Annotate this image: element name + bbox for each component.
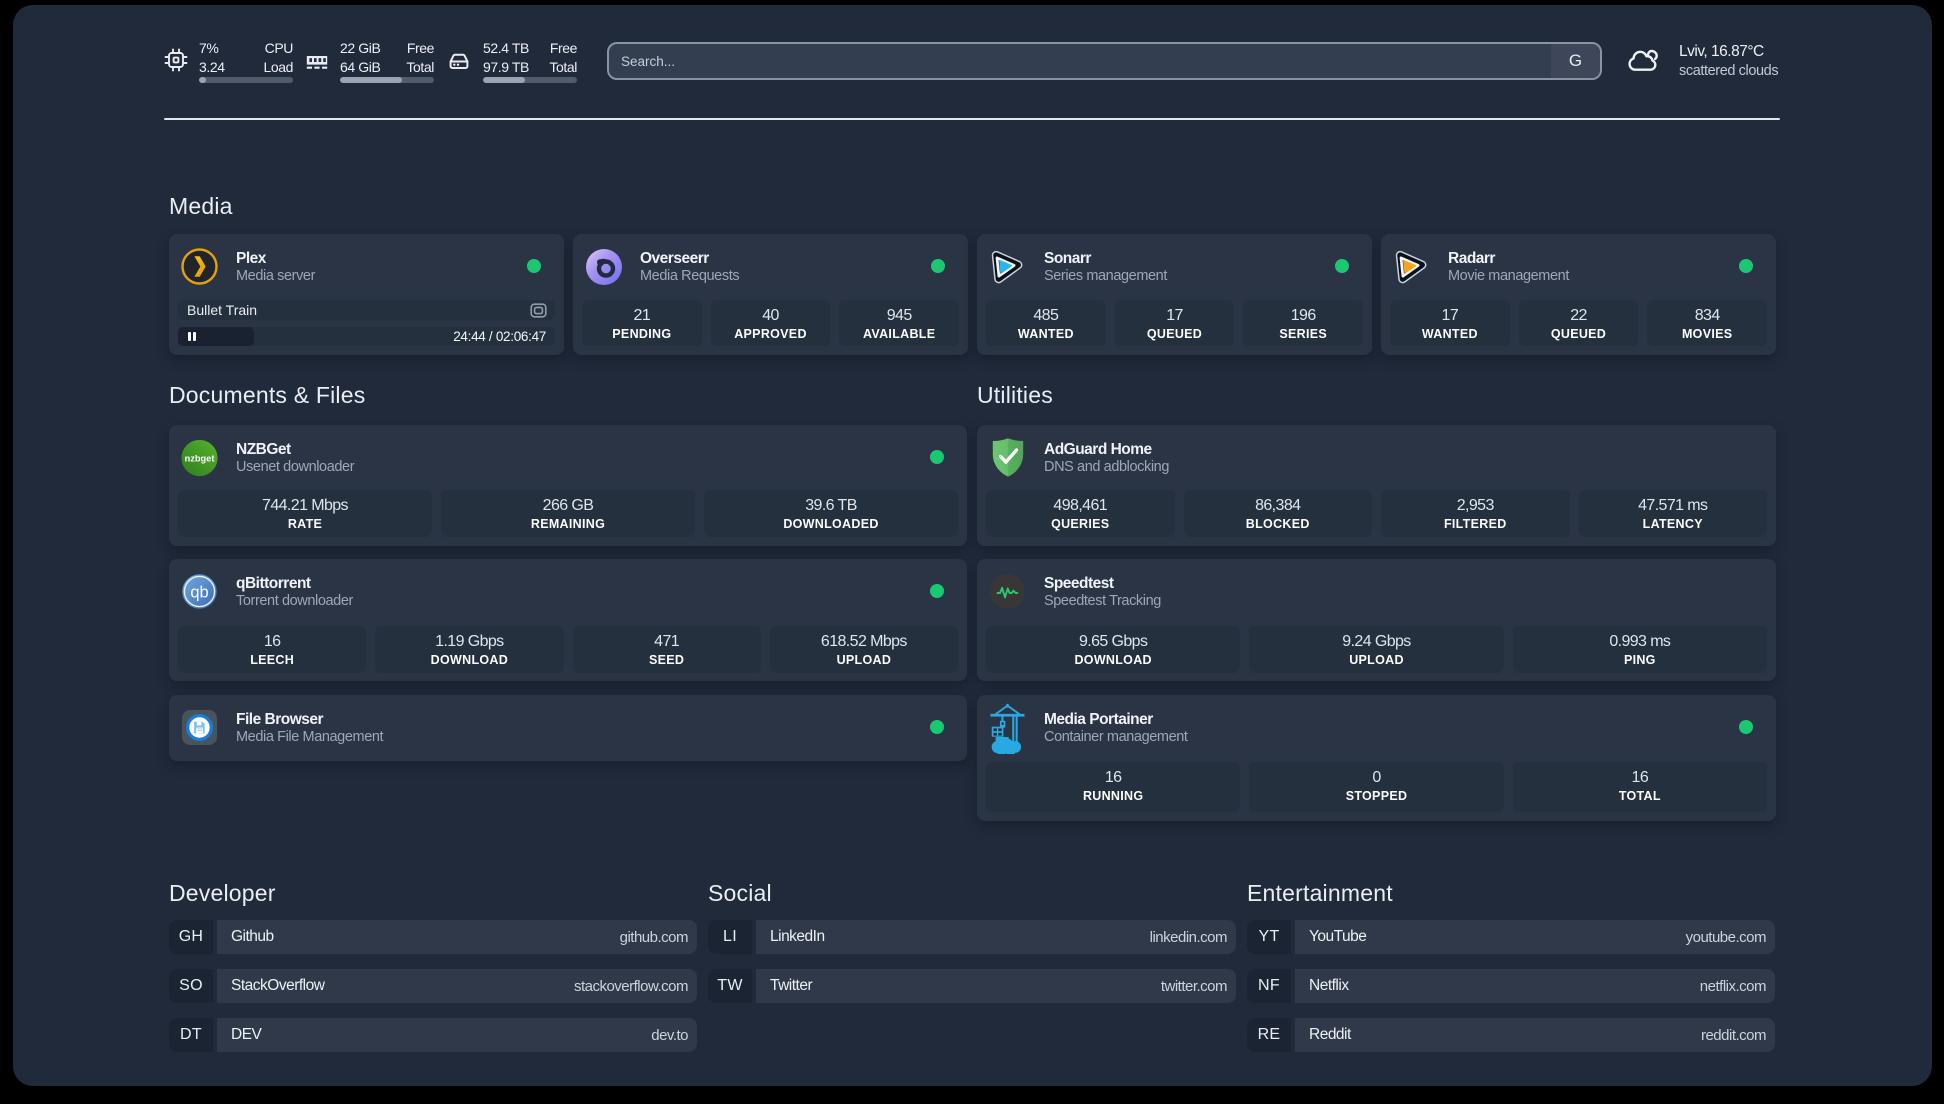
svg-text:nzbget: nzbget (185, 453, 215, 463)
svg-text:qb: qb (190, 584, 208, 602)
